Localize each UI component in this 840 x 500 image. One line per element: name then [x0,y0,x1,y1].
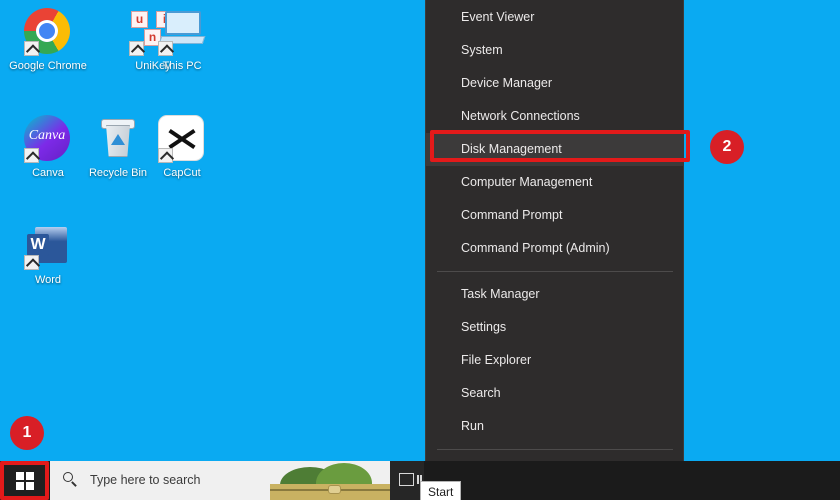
annotation-badge-1: 1 [10,416,44,450]
chrome-icon [24,8,72,56]
desktop-icon-this-pc[interactable]: This PC [134,8,230,73]
menu-item-label: File Explorer [461,353,532,367]
desktop-icon-label: CapCut [163,167,201,179]
menu-item-event-viewer[interactable]: Event Viewer [426,1,683,34]
search-placeholder: Type here to search [90,473,201,487]
menu-item-device-manager[interactable]: Device Manager [426,67,683,100]
menu-item-command-prompt[interactable]: Command Prompt [426,199,683,232]
desktop-icon-label: Word [34,274,62,286]
shortcut-arrow-icon [24,255,39,270]
word-icon: W [24,222,72,270]
highlight-box-disk-management [430,130,690,162]
word-letter: W [27,234,49,256]
shortcut-arrow-icon [24,148,39,163]
menu-item-label: Task Manager [461,287,540,301]
menu-item-label: Run [461,419,484,433]
menu-item-label: System [461,43,503,57]
menu-item-system[interactable]: System [426,34,683,67]
search-icon [62,471,80,489]
search-input[interactable]: Type here to search [50,461,390,500]
capcut-icon [158,115,206,163]
menu-item-network-connections[interactable]: Network Connections [426,100,683,133]
menu-item-label: Command Prompt [461,208,563,222]
search-daily-image [270,461,390,500]
winx-power-user-menu: Event Viewer System Device Manager Netwo… [425,0,684,500]
desktop-screen: Google Chrome u i n UniKey This PC Canva [0,0,840,500]
desktop-icon-label: This PC [162,60,202,72]
shortcut-arrow-icon [24,41,39,56]
this-pc-icon [158,8,206,56]
start-tooltip: Start [420,481,462,500]
menu-item-file-explorer[interactable]: File Explorer [426,344,683,377]
menu-item-label: Event Viewer [461,10,535,24]
menu-item-command-prompt-admin[interactable]: Command Prompt (Admin) [426,232,683,265]
menu-item-search[interactable]: Search [426,377,683,410]
menu-item-run[interactable]: Run [426,410,683,443]
menu-item-label: Settings [461,320,507,334]
menu-item-label: Device Manager [461,76,553,90]
highlight-box-start-button [0,461,49,500]
menu-item-label: Search [461,386,501,400]
annotation-badge-2: 2 [710,130,744,164]
menu-item-task-manager[interactable]: Task Manager [426,278,683,311]
desktop-icon-label: Google Chrome [9,60,87,72]
menu-separator [437,271,673,272]
desktop-icon-google-chrome[interactable]: Google Chrome [0,8,96,73]
canva-icon [24,115,72,163]
task-view-icon[interactable] [390,461,424,500]
menu-item-computer-management[interactable]: Computer Management [426,166,683,199]
menu-item-label: Command Prompt (Admin) [461,241,610,255]
shortcut-arrow-icon [158,148,173,163]
menu-separator [437,449,673,450]
desktop-icon-capcut[interactable]: CapCut [134,115,230,180]
desktop-icon-word[interactable]: W Word [0,222,96,287]
menu-item-label: Network Connections [461,109,580,123]
menu-item-label: Computer Management [461,175,593,189]
shortcut-arrow-icon [158,41,173,56]
menu-item-settings[interactable]: Settings [426,311,683,344]
